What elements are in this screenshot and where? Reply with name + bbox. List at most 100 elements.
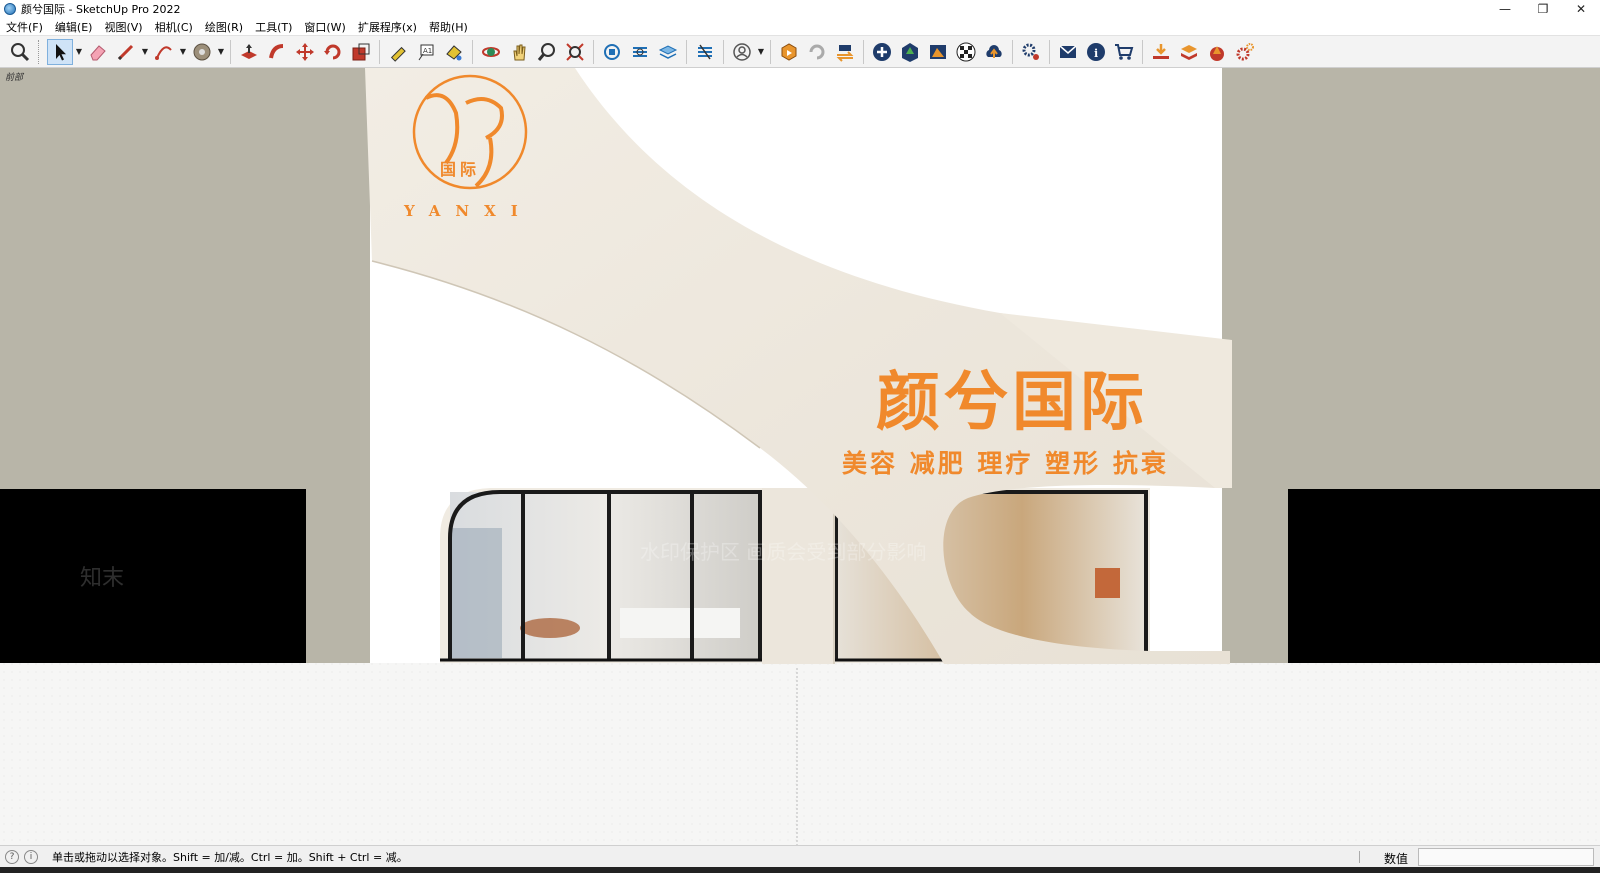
menu-file[interactable]: 文件(F) <box>0 19 49 35</box>
menu-edit[interactable]: 编辑(E) <box>49 19 99 35</box>
measurements-label: 数值 <box>1383 852 1408 866</box>
close-button[interactable]: ✕ <box>1562 0 1600 18</box>
tape-dropdown-icon[interactable]: ▼ <box>216 39 226 65</box>
toolbar-grip <box>38 39 42 64</box>
taskbar-edge <box>0 867 1600 873</box>
tree-icon[interactable] <box>897 39 923 65</box>
toolbar-separator <box>1012 39 1013 64</box>
tape-measure-icon[interactable] <box>385 39 411 65</box>
zoom-extents-icon[interactable] <box>562 39 588 65</box>
scene-render[interactable] <box>0 68 1600 845</box>
menu-draw[interactable]: 绘图(R) <box>199 19 249 35</box>
rotate-icon[interactable] <box>320 39 346 65</box>
checker-icon[interactable] <box>953 39 979 65</box>
user-dropdown-icon[interactable]: ▼ <box>756 39 766 65</box>
toolbar-separator <box>1142 39 1143 64</box>
status-hint: 单击或拖动以选择对象。Shift = 加/减。Ctrl = 加。Shift + … <box>52 850 408 864</box>
mail-icon[interactable] <box>1055 39 1081 65</box>
restore-button[interactable]: ❐ <box>1524 0 1562 18</box>
toolbar-separator <box>472 39 473 64</box>
status-bar: ? i 单击或拖动以选择对象。Shift = 加/减。Ctrl = 加。Shif… <box>0 845 1600 867</box>
scale-icon[interactable] <box>348 39 374 65</box>
main-toolbar: ▼ ▼ ▼ ▼ A1 ▼ i <box>0 35 1600 68</box>
menu-camera[interactable]: 相机(C) <box>149 19 199 35</box>
push-pull-icon[interactable] <box>236 39 262 65</box>
select-icon[interactable] <box>47 38 73 65</box>
toolbar-separator <box>863 39 864 64</box>
extension-icon[interactable] <box>776 39 802 65</box>
floor <box>0 663 1600 845</box>
logo-brand-sub: 国际 <box>440 160 481 179</box>
toolbar-separator <box>593 39 594 64</box>
plugin-c-icon[interactable] <box>1204 39 1230 65</box>
status-separator <box>1359 851 1360 863</box>
window-title: 颜兮国际 - SketchUp Pro 2022 <box>21 3 181 16</box>
move-icon[interactable] <box>292 39 318 65</box>
toolbar-separator <box>723 39 724 64</box>
add-icon[interactable] <box>869 39 895 65</box>
interior-window <box>452 528 502 658</box>
refresh-icon[interactable] <box>804 39 830 65</box>
layers-icon[interactable] <box>655 39 681 65</box>
left-black-panel <box>0 489 306 663</box>
settings-icon[interactable] <box>1018 39 1044 65</box>
section-icon[interactable] <box>627 39 653 65</box>
styles-icon[interactable] <box>692 39 718 65</box>
credits-icon[interactable]: i <box>24 849 38 864</box>
model-viewport[interactable]: 颜兮 国际 YANXI 颜兮国际 美容 减肥 理疗 塑形 抗衰 前部 水印保护区… <box>0 68 1600 845</box>
plugin-b-icon[interactable] <box>1176 39 1202 65</box>
toolbar-separator <box>770 39 771 64</box>
toolbar-separator <box>230 39 231 64</box>
center-pillar <box>762 488 834 664</box>
toolbar-separator <box>379 39 380 64</box>
toolbar-separator <box>1049 39 1050 64</box>
toolbar-separator <box>686 39 687 64</box>
menu-tools[interactable]: 工具(T) <box>249 19 298 35</box>
menu-extensions[interactable]: 扩展程序(x) <box>352 19 423 35</box>
info-icon[interactable]: i <box>1083 39 1109 65</box>
brand-logo: 颜兮 国际 YANXI <box>404 68 536 228</box>
warehouse-icon[interactable] <box>599 39 625 65</box>
zoom-icon[interactable] <box>7 39 33 65</box>
select-dropdown-icon[interactable]: ▼ <box>74 39 84 65</box>
pencil-dropdown-icon[interactable]: ▼ <box>140 39 150 65</box>
eraser-icon[interactable] <box>85 39 111 65</box>
interior-artwork <box>1095 568 1120 598</box>
sign-services: 美容 减肥 理疗 塑形 抗衰 <box>842 449 1169 478</box>
menu-view[interactable]: 视图(V) <box>98 19 148 35</box>
menu-help[interactable]: 帮助(H) <box>423 19 474 35</box>
orbit-icon[interactable] <box>478 39 504 65</box>
interior-chair <box>520 618 580 638</box>
arc-icon[interactable] <box>151 39 177 65</box>
scene-tab-label[interactable]: 前部 <box>5 70 23 83</box>
follow-me-icon[interactable] <box>264 39 290 65</box>
plugin-d-icon[interactable] <box>1232 39 1258 65</box>
watermark-notice: 水印保护区 画质会受到部分影响 <box>640 540 927 564</box>
cart-icon[interactable] <box>1111 39 1137 65</box>
upload-icon[interactable] <box>981 39 1007 65</box>
send-icon[interactable] <box>832 39 858 65</box>
arc-dropdown-icon[interactable]: ▼ <box>178 39 188 65</box>
sketchup-app-icon <box>4 3 16 15</box>
paint-icon[interactable] <box>441 39 467 65</box>
gallery-icon[interactable] <box>925 39 951 65</box>
menu-bar: 文件(F) 编辑(E) 视图(V) 相机(C) 绘图(R) 工具(T) 窗口(W… <box>0 18 1600 35</box>
tape-icon[interactable] <box>189 39 215 65</box>
geo-location-icon[interactable]: ? <box>5 849 19 864</box>
plugin-a-icon[interactable] <box>1148 39 1174 65</box>
user-icon[interactable] <box>729 39 755 65</box>
zoom-tool-icon[interactable] <box>534 39 560 65</box>
sign-title: 颜兮国际 <box>876 366 1148 440</box>
minimize-button[interactable]: — <box>1486 0 1524 18</box>
pan-icon[interactable] <box>506 39 532 65</box>
logo-latin: YANXI <box>404 202 533 220</box>
menu-window[interactable]: 窗口(W) <box>298 19 351 35</box>
right-black-panel <box>1288 489 1600 663</box>
text-icon[interactable]: A1 <box>413 39 439 65</box>
svg-text:A1: A1 <box>423 47 432 55</box>
measurements-input[interactable] <box>1418 848 1594 866</box>
interior-reception <box>620 608 740 638</box>
pencil-icon[interactable] <box>113 39 139 65</box>
title-bar: 颜兮国际 - SketchUp Pro 2022 — ❐ ✕ <box>0 0 1600 18</box>
watermark-text: 知末 <box>80 566 125 591</box>
